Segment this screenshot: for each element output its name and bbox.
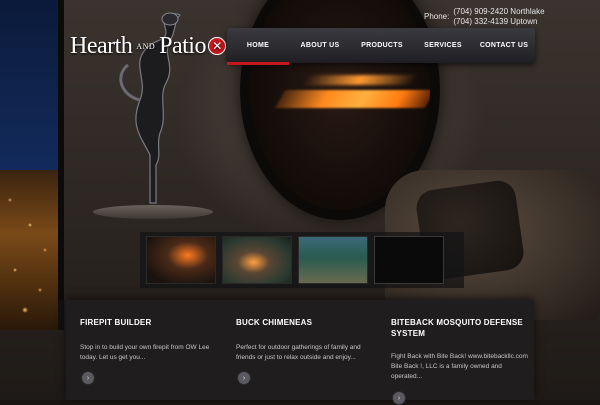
thumbnail-4[interactable]: [374, 236, 444, 284]
site-logo[interactable]: Hearth AND Patio ✕: [70, 33, 226, 59]
logo-and: AND: [136, 41, 156, 51]
window-frame: [58, 0, 64, 300]
shelf: [93, 205, 213, 219]
nav-home[interactable]: HOME: [227, 28, 289, 65]
feature-title[interactable]: BUCK CHIMENEAS: [236, 317, 376, 328]
thumbnail-3[interactable]: [298, 236, 368, 284]
fire-flame: [274, 90, 430, 108]
phone-northlake: (704) 909-2420 Northlake: [453, 7, 545, 16]
nav-about-us[interactable]: ABOUT US: [289, 28, 351, 63]
fire-glow: [302, 75, 418, 85]
feature-title[interactable]: BITEBACK MOSQUITO DEFENSE SYSTEM: [391, 317, 531, 339]
nav-products[interactable]: PRODUCTS: [351, 28, 413, 63]
feature-body: Stop in to build your own firepit from O…: [80, 344, 210, 361]
nav-contact-us[interactable]: CONTACT US: [473, 28, 535, 63]
phone-info: Phone: (704) 909-2420 Northlake (704) 33…: [424, 7, 545, 27]
logo-text-2: Patio: [159, 32, 206, 59]
main-nav: HOME ABOUT US PRODUCTS SERVICES CONTACT …: [227, 28, 535, 65]
thumbnail-2[interactable]: [222, 236, 292, 284]
feature-panel: FIREPIT BUILDER Stop in to build your ow…: [66, 300, 534, 405]
thumbnail-1[interactable]: [146, 236, 216, 284]
feature-body: Perfect for outdoor gatherings of family…: [236, 344, 361, 361]
logo-text-1: Hearth: [70, 32, 133, 59]
chevron-right-icon[interactable]: ›: [237, 371, 251, 385]
feature-biteback: BITEBACK MOSQUITO DEFENSE SYSTEM Fight B…: [391, 317, 531, 405]
feature-body: Fight Back with Bite Back! www.bitebackl…: [391, 353, 528, 380]
phone-uptown: (704) 332-4139 Uptown: [453, 17, 538, 26]
feature-title[interactable]: FIREPIT BUILDER: [80, 317, 220, 328]
chevron-right-icon[interactable]: ›: [81, 371, 95, 385]
phone-label: Phone:: [424, 12, 450, 21]
feature-buck-chimeneas: BUCK CHIMENEAS Perfect for outdoor gathe…: [236, 317, 376, 385]
flame-circle-icon: ✕: [207, 37, 226, 55]
slideshow-thumbnails: [140, 232, 464, 288]
feature-firepit-builder: FIREPIT BUILDER Stop in to build your ow…: [80, 317, 220, 385]
city-window: [0, 0, 64, 330]
chevron-right-icon[interactable]: ›: [392, 391, 406, 405]
nav-services[interactable]: SERVICES: [413, 28, 473, 63]
city-lights: [0, 170, 58, 330]
